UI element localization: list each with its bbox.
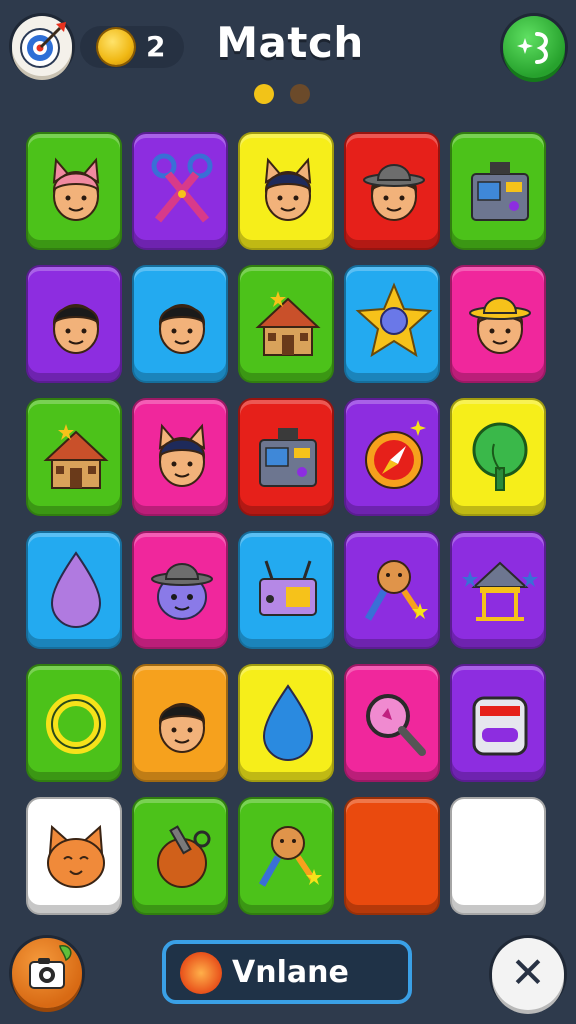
tile-r2-c5[interactable] <box>450 265 546 383</box>
tile-r5-c1[interactable] <box>26 664 122 782</box>
close-button[interactable]: ✕ <box>492 938 564 1010</box>
tile-r6-c1[interactable] <box>26 797 122 915</box>
tile-r2-c3[interactable] <box>238 265 334 383</box>
cat-ears-boy-icon <box>264 157 312 221</box>
coin-count: 2 <box>146 30 166 63</box>
target-button[interactable] <box>12 16 72 76</box>
house-icon <box>43 424 109 489</box>
cat-ears-boy-icon <box>158 423 206 487</box>
tile-r6-c4[interactable] <box>344 797 440 915</box>
tile-r3-c4[interactable] <box>344 398 440 516</box>
gadget-box-icon <box>259 560 317 616</box>
house-icon <box>255 291 321 356</box>
tape-device-icon <box>472 696 528 756</box>
tile-r2-c1[interactable] <box>26 265 122 383</box>
cat-ears-girl-icon <box>52 157 100 221</box>
camera-icon <box>29 945 72 989</box>
page-dot-1[interactable] <box>254 84 274 104</box>
boy-face-icon <box>158 703 206 753</box>
boy-face-icon <box>158 304 206 354</box>
camera-button[interactable] <box>12 938 82 1008</box>
page-title: Match <box>216 18 364 67</box>
page-dot-2[interactable] <box>290 84 310 104</box>
crossed-scissors-icon <box>151 153 213 223</box>
sun-badge-icon <box>180 952 222 994</box>
tile-r4-c2[interactable] <box>132 531 228 649</box>
tile-r4-c4[interactable] <box>344 531 440 649</box>
radio-device-icon <box>471 162 529 221</box>
cat-face-icon <box>47 824 105 888</box>
radio-device-icon <box>259 428 317 487</box>
compass-icon <box>365 420 426 489</box>
tile-r2-c4[interactable] <box>344 265 440 383</box>
tile-r3-c2[interactable] <box>132 398 228 516</box>
page-indicator <box>254 84 314 106</box>
close-icon: ✕ <box>510 948 546 997</box>
water-drop-purple-icon <box>50 551 102 628</box>
bottom-bar: Vnlane ✕ <box>0 930 576 1024</box>
hat-man-icon <box>363 164 425 221</box>
tile-r1-c4[interactable] <box>344 132 440 250</box>
tile-r5-c5[interactable] <box>450 664 546 782</box>
tile-r6-c5[interactable] <box>450 797 546 915</box>
water-drop-blue-icon <box>262 684 314 761</box>
hint-button[interactable] <box>503 16 565 78</box>
tile-r4-c1[interactable] <box>26 531 122 649</box>
tile-r3-c5[interactable] <box>450 398 546 516</box>
tile-r1-c2[interactable] <box>132 132 228 250</box>
puppet-toy-icon <box>364 560 428 621</box>
tile-r2-c2[interactable] <box>132 265 228 383</box>
tree-icon <box>472 422 528 491</box>
boy-face-icon <box>52 304 100 354</box>
word-text: Vnlane <box>232 955 349 990</box>
target-icon <box>20 22 66 68</box>
sparkle-hint-icon <box>517 32 548 64</box>
tile-r3-c1[interactable] <box>26 398 122 516</box>
hat-creature-icon <box>151 563 213 620</box>
tile-r5-c4[interactable] <box>344 664 440 782</box>
tile-r1-c1[interactable] <box>26 132 122 250</box>
pot-icon <box>157 825 211 888</box>
tile-r5-c3[interactable] <box>238 664 334 782</box>
top-bar: 2 Match <box>0 0 576 120</box>
word-display[interactable]: Vnlane <box>162 940 412 1004</box>
star-orb-icon <box>355 282 433 358</box>
tile-r4-c5[interactable] <box>450 531 546 649</box>
coin-icon <box>98 29 134 65</box>
tile-r4-c3[interactable] <box>238 531 334 649</box>
tile-r1-c5[interactable] <box>450 132 546 250</box>
tile-r1-c3[interactable] <box>238 132 334 250</box>
tile-r6-c3[interactable] <box>238 797 334 915</box>
puppet-toy-icon <box>258 826 322 887</box>
tile-r5-c2[interactable] <box>132 664 228 782</box>
tile-r6-c2[interactable] <box>132 797 228 915</box>
coin-counter: 2 <box>80 26 184 68</box>
straw-hat-person-icon <box>469 297 531 354</box>
gazebo-icon <box>462 561 538 621</box>
tile-r3-c3[interactable] <box>238 398 334 516</box>
ring-icon <box>46 694 106 754</box>
magnifier-icon <box>366 694 426 756</box>
